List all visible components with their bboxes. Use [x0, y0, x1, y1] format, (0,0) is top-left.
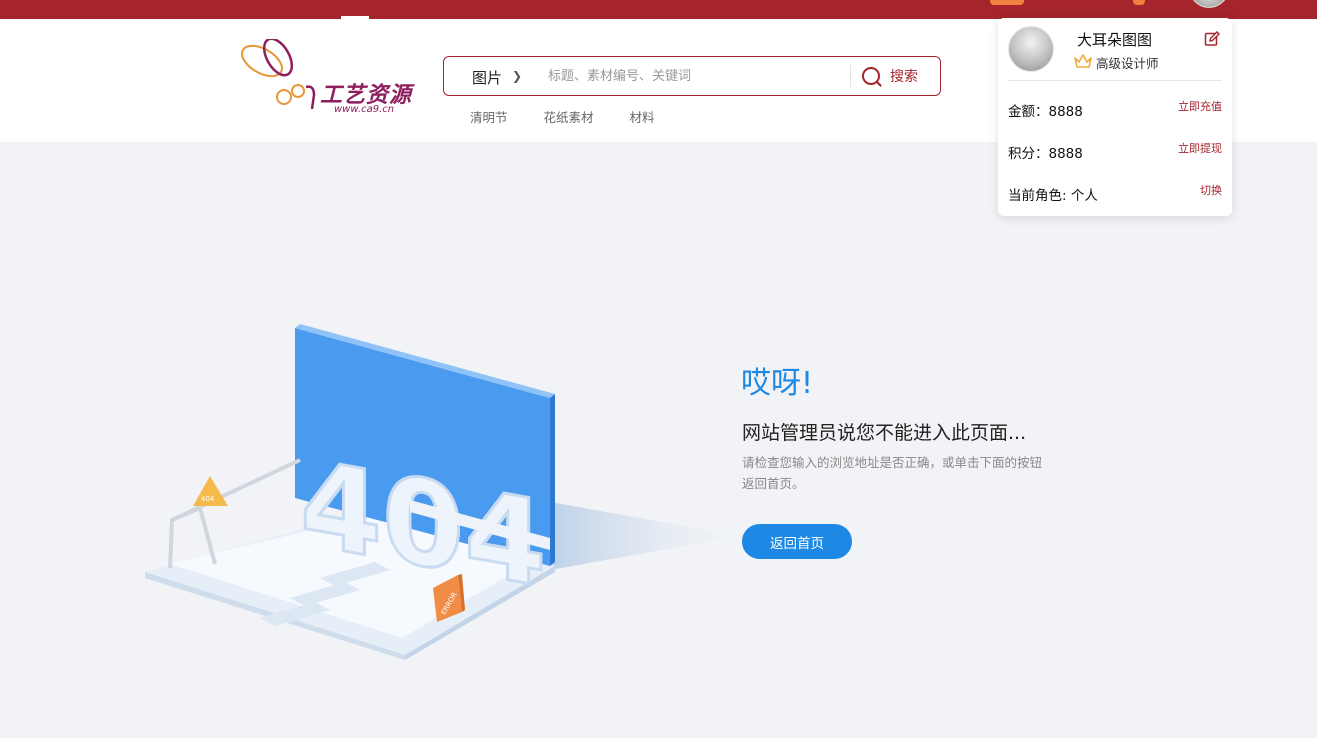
error-title: 哎呀! [741, 366, 814, 401]
switch-role-link[interactable]: 切换 [1200, 182, 1222, 198]
recharge-link[interactable]: 立即充值 [1178, 98, 1222, 114]
top-bar-icon[interactable] [990, 0, 1024, 5]
chevron-right-icon[interactable]: ❯ [512, 69, 522, 83]
user-name: 大耳朵图图 [1077, 31, 1153, 49]
edit-icon[interactable] [1204, 31, 1220, 47]
hot-tag-link[interactable]: 材料 [630, 107, 655, 126]
role-row: 当前角色: 个人 切换 [1008, 184, 1222, 204]
top-bar-avatar[interactable] [1189, 0, 1229, 8]
withdraw-link[interactable]: 立即提现 [1178, 140, 1222, 156]
warning-sign-text: 404 [201, 495, 215, 503]
balance-label: 金额：8888 [1008, 104, 1083, 120]
divider [1008, 80, 1222, 81]
points-label: 积分：8888 [1008, 146, 1083, 162]
back-home-button[interactable]: 返回首页 [742, 524, 852, 559]
search-category-select[interactable]: 图片 [472, 67, 502, 88]
search-divider [850, 65, 851, 87]
hot-tags: 清明节 花纸素材 材料 [470, 107, 691, 126]
top-bar [0, 0, 1317, 19]
site-logo[interactable]: 工艺资源 www.ca9.cn [240, 37, 420, 119]
search-button-label: 搜索 [890, 69, 918, 85]
avatar[interactable] [1008, 26, 1054, 72]
error-404-illustration: 404 404 ERROR [145, 324, 740, 660]
error-subtitle: 网站管理员说您不能进入此页面... [742, 422, 1027, 444]
crown-icon [1074, 54, 1092, 68]
role-label: 当前角色: 个人 [1008, 188, 1098, 204]
hot-tag-link[interactable]: 花纸素材 [544, 107, 594, 126]
error-description: 请检查您输入的浏览地址是否正确，或单击下面的按钮返回首页。 [742, 455, 1043, 491]
search-button[interactable]: 搜索 [862, 63, 934, 89]
balance-row: 金额：8888 立即充值 [1008, 100, 1222, 120]
points-row: 积分：8888 立即提现 [1008, 142, 1222, 162]
search-icon [862, 67, 880, 85]
logo-url: www.ca9.cn [334, 104, 395, 115]
top-bar-icon[interactable] [1133, 0, 1145, 5]
search-input[interactable] [548, 63, 848, 89]
user-level: 高级设计师 [1096, 56, 1159, 71]
user-dropdown: 大耳朵图图 高级设计师 金额：8888 立即充值 积分：8888 立即提现 当前… [998, 18, 1232, 216]
hot-tag-link[interactable]: 清明节 [470, 107, 508, 126]
search-bar: 图片 ❯ 搜索 [443, 56, 941, 96]
